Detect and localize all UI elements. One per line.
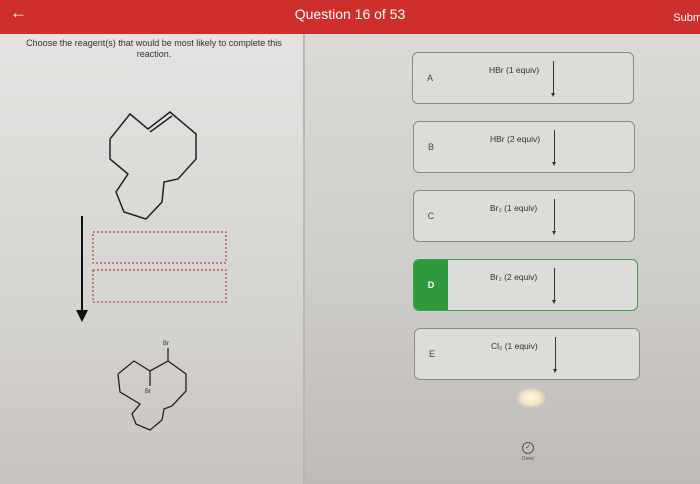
choice-b[interactable]: B HBr (2 equiv) xyxy=(413,121,635,173)
choice-d[interactable]: D Br₂ (2 equiv) xyxy=(413,259,638,311)
product-br-label-bottom: Br xyxy=(145,389,151,395)
submit-button[interactable]: Subm xyxy=(673,12,700,24)
down-arrow-icon xyxy=(553,61,554,95)
choice-reagent: HBr (2 equiv) xyxy=(490,134,541,144)
reaction-arrow xyxy=(76,216,88,322)
product-structure xyxy=(117,348,187,431)
screen-glare xyxy=(516,388,546,408)
down-arrow-icon xyxy=(555,337,556,371)
choice-reagent: HBr (1 equiv) xyxy=(489,65,540,75)
down-arrow-icon xyxy=(554,199,555,233)
header-bar: ← Question 16 of 53 Subm xyxy=(0,0,700,34)
choice-a[interactable]: A HBr (1 equiv) xyxy=(412,52,634,104)
choice-letter: E xyxy=(428,349,435,359)
reagent-slot-bottom[interactable] xyxy=(92,269,227,303)
choice-reagent: Cl₂ (1 equiv) xyxy=(491,341,538,351)
done-button[interactable]: ✓ Done xyxy=(515,442,541,462)
question-counter: Question 16 of 53 xyxy=(294,6,406,22)
down-arrow-icon xyxy=(554,130,555,164)
choice-letter: B xyxy=(427,142,434,152)
reaction-scheme xyxy=(76,111,227,431)
choice-letter: A xyxy=(426,73,433,83)
done-label: Done xyxy=(522,456,534,462)
choice-letter: C xyxy=(427,211,435,221)
reagent-slot-top[interactable] xyxy=(92,231,227,264)
choice-letter: D xyxy=(414,260,448,310)
check-circle-icon: ✓ xyxy=(522,442,534,454)
reactant-structure xyxy=(109,111,197,220)
choice-reagent: Br₂ (2 equiv) xyxy=(490,272,538,282)
down-arrow-icon xyxy=(554,268,555,302)
choice-c[interactable]: C Br₂ (1 equiv) xyxy=(413,190,635,242)
product-br-label-top: Br xyxy=(163,341,169,347)
choice-reagent: Br₂ (1 equiv) xyxy=(490,203,538,213)
choice-e[interactable]: E Cl₂ (1 equiv) xyxy=(414,328,640,380)
